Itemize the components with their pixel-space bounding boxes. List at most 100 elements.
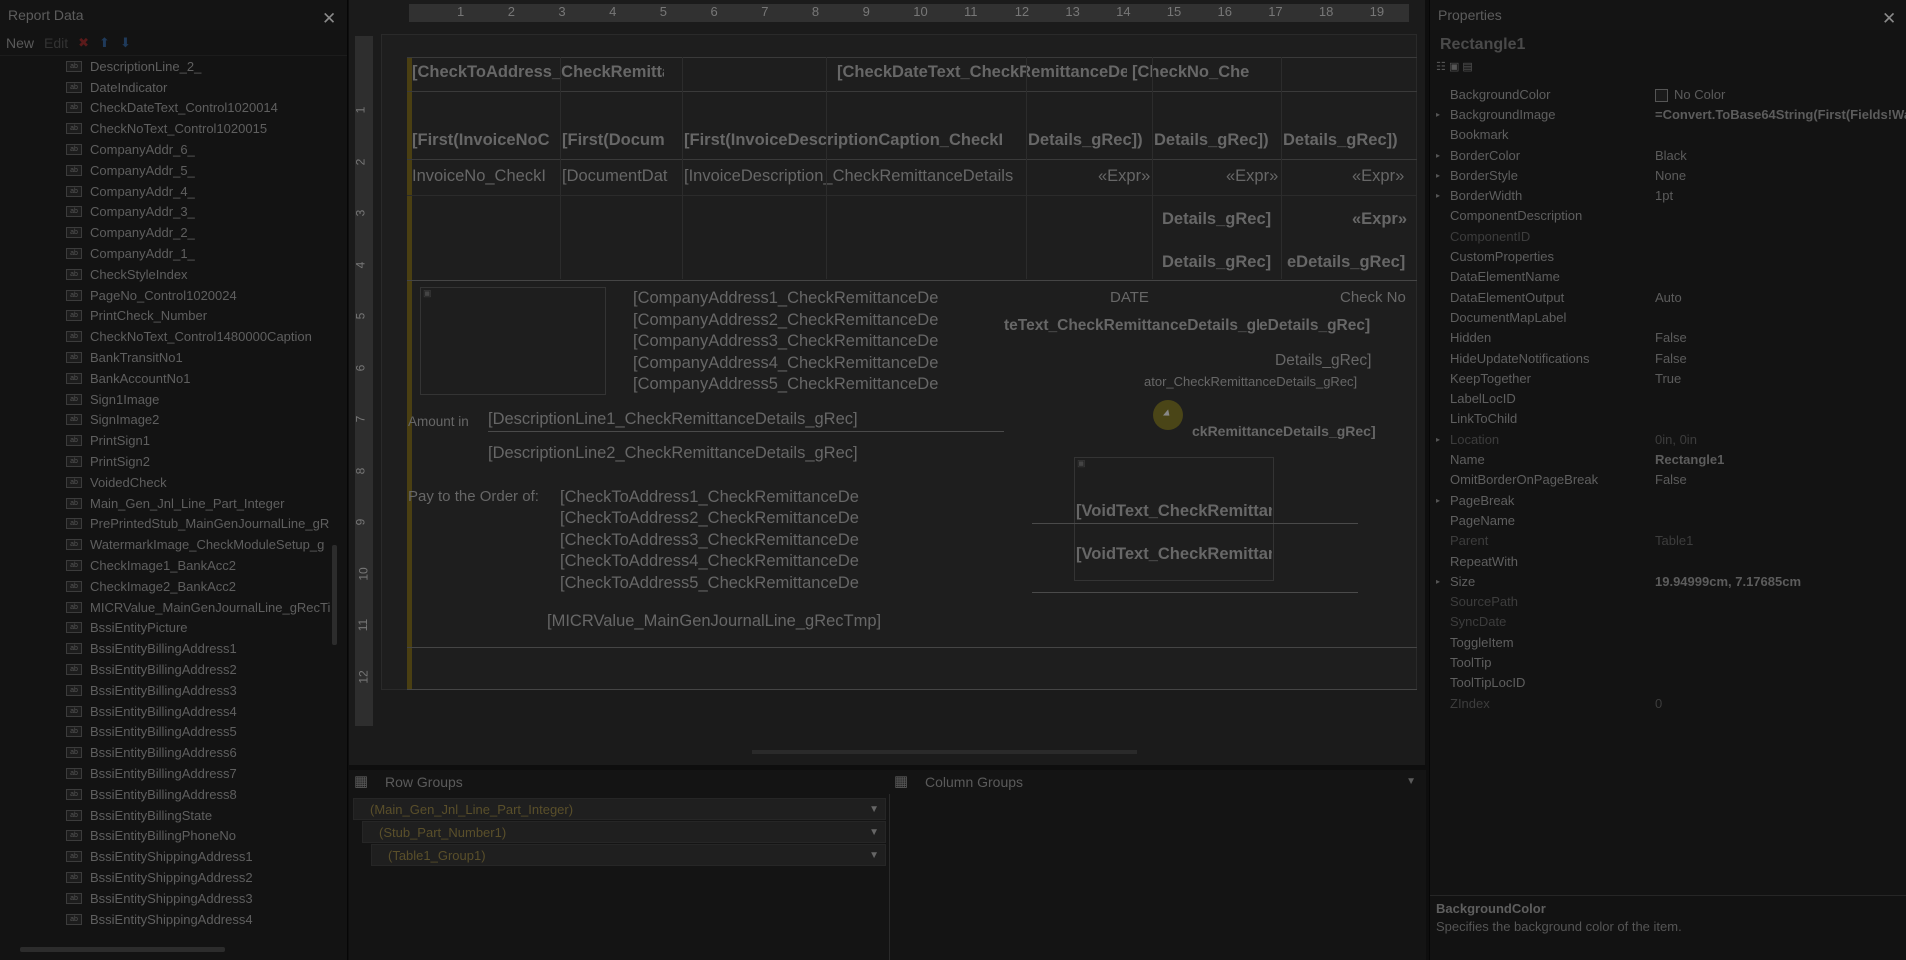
field-item[interactable]: ab CompanyAddr_3_ [0, 202, 340, 223]
details-cell[interactable]: eDetails_gRec] [1287, 253, 1415, 272]
field-item[interactable]: ab BssiEntityBillingAddress2 [0, 659, 340, 680]
expand-icon[interactable]: ▸ [1436, 151, 1440, 160]
property-row[interactable]: ToolTip [1430, 652, 1900, 672]
company-address-4[interactable]: [CompanyAddress4_CheckRemittanceDe [633, 354, 953, 373]
checkdate-text[interactable]: teText_CheckRemittanceDetails_gRec] [1004, 317, 1259, 335]
col-amount-caption[interactable]: Details_gRec]) [1028, 131, 1150, 150]
property-row[interactable]: DocumentMapLabel [1430, 307, 1900, 327]
field-item[interactable]: ab CompanyAddr_2_ [0, 222, 340, 243]
property-row[interactable]: PageName [1430, 510, 1900, 530]
field-item[interactable]: ab SignImage2 [0, 410, 340, 431]
property-row[interactable]: Bookmark [1430, 125, 1900, 145]
description-line-2[interactable]: [DescriptionLine2_CheckRemittanceDetails… [488, 444, 888, 463]
field-item[interactable]: ab WatermarkImage_CheckModuleSetup_g [0, 534, 340, 555]
details-cell[interactable]: Details_gRec] [1162, 210, 1287, 229]
expand-icon[interactable]: ▸ [1436, 171, 1440, 180]
row-group-item[interactable]: (Table1_Group1) ▼ [371, 844, 886, 866]
property-row[interactable]: DataElementName [1430, 267, 1900, 287]
company-address-1[interactable]: [CompanyAddress1_CheckRemittanceDe [633, 289, 953, 308]
expand-icon[interactable]: ▸ [1436, 191, 1440, 200]
field-item[interactable]: ab CheckImage1_BankAcc2 [0, 555, 340, 576]
expand-icon[interactable]: ▸ [1436, 577, 1440, 586]
property-row[interactable]: RepeatWith [1430, 551, 1900, 571]
expand-icon[interactable]: ▸ [1436, 435, 1440, 444]
categorized-icon[interactable]: ☷ [1436, 61, 1446, 73]
property-row[interactable]: SyncDate [1430, 612, 1900, 632]
checkto-address-1[interactable]: [CheckToAddress1_CheckRemittanceDe [560, 488, 880, 507]
field-item[interactable]: ab CheckDateText_Control1020014 [0, 98, 340, 119]
field-item[interactable]: ab BssiEntityShippingAddress3 [0, 888, 340, 909]
property-value[interactable]: No Color [1655, 87, 1725, 102]
property-row[interactable]: ComponentDescription [1430, 206, 1900, 226]
field-item[interactable]: ab PageNo_Control1020024 [0, 285, 340, 306]
vertical-scrollbar[interactable] [332, 545, 337, 645]
row-group-item[interactable]: (Stub_Part_Number1) ▼ [362, 821, 886, 843]
company-address-3[interactable]: [CompanyAddress3_CheckRemittanceDe [633, 332, 953, 351]
property-row[interactable]: ▸ BorderColor Black [1430, 145, 1900, 165]
expand-icon[interactable]: ▸ [1436, 110, 1440, 119]
property-value[interactable]: 0in, 0in [1655, 432, 1697, 447]
report-body[interactable]: [CheckToAddress_CheckRemittance [CheckDa… [381, 34, 1417, 690]
move-up-icon[interactable]: ⬆ [99, 35, 110, 51]
property-value[interactable]: True [1655, 371, 1681, 386]
field-item[interactable]: ab MICRValue_MainGenJournalLine_gRecTi [0, 597, 340, 618]
checkno-value[interactable]: eDetails_gRec] [1259, 317, 1374, 335]
company-address-2[interactable]: [CompanyAddress2_CheckRemittanceDe [633, 311, 953, 330]
field-item[interactable]: ab BssiEntityBillingAddress6 [0, 742, 340, 763]
property-row[interactable]: KeepTogether True [1430, 368, 1900, 388]
property-value[interactable]: False [1655, 330, 1687, 345]
field-item[interactable]: ab CompanyAddr_1_ [0, 243, 340, 264]
field-item[interactable]: ab PrintSign1 [0, 430, 340, 451]
property-row[interactable]: Hidden False [1430, 328, 1900, 348]
property-row[interactable]: ▸ BorderWidth 1pt [1430, 186, 1900, 206]
field-item[interactable]: ab PrintCheck_Number [0, 306, 340, 327]
checkto-address-5[interactable]: [CheckToAddress5_CheckRemittanceDe [560, 574, 880, 593]
property-value[interactable]: Table1 [1655, 533, 1693, 548]
chevron-down-icon[interactable]: ▼ [1406, 770, 1416, 794]
invoiceno-cell[interactable]: InvoiceNo_CheckI [412, 167, 558, 186]
expr-cell[interactable]: «Expr» [1098, 167, 1158, 186]
field-item[interactable]: ab PrePrintedStub_MainGenJournalLine_gR [0, 514, 340, 535]
expr-cell[interactable]: «Expr» [1226, 167, 1286, 186]
property-row[interactable]: SourcePath [1430, 592, 1900, 612]
property-row[interactable]: ComponentID [1430, 226, 1900, 246]
property-value[interactable]: =Convert.ToBase64String(First(Fields!Wa [1655, 107, 1906, 122]
row-group-item[interactable]: (Main_Gen_Jnl_Line_Part_Integer) ▼ [353, 798, 886, 820]
property-value[interactable]: False [1655, 472, 1687, 487]
field-item[interactable]: ab CheckNoText_Control1480000Caption [0, 326, 340, 347]
col-document-caption[interactable]: [First(Docum [562, 131, 680, 150]
ator-value[interactable]: ator_CheckRemittanceDetails_gRec] [1144, 374, 1384, 389]
property-value[interactable]: Auto [1655, 290, 1682, 305]
property-value[interactable]: None [1655, 168, 1686, 183]
documentdate-cell[interactable]: [DocumentDat [562, 167, 680, 186]
field-item[interactable]: ab BssiEntityShippingAddress2 [0, 867, 340, 888]
property-row[interactable]: OmitBorderOnPageBreak False [1430, 470, 1900, 490]
chevron-down-icon[interactable]: ▼ [869, 822, 879, 844]
property-value[interactable]: False [1655, 351, 1687, 366]
property-row[interactable]: ToolTipLocID [1430, 673, 1900, 693]
field-item[interactable]: ab CheckImage2_BankAcc2 [0, 576, 340, 597]
expr-cell[interactable]: «Expr» [1352, 210, 1412, 229]
description-cell[interactable]: [InvoiceDescription_CheckRemittanceDetai… [684, 167, 1029, 186]
col-description-caption[interactable]: [First(InvoiceDescriptionCaption_CheckI [684, 131, 1024, 150]
property-row[interactable]: Name Rectangle1 [1430, 449, 1900, 469]
property-row[interactable]: ▸ BackgroundImage =Convert.ToBase64String(… [1430, 104, 1906, 124]
edit-button[interactable]: Edit [44, 35, 68, 51]
col-net-caption[interactable]: Details_gRec]) [1283, 131, 1413, 150]
field-item[interactable]: ab BssiEntityBillingAddress5 [0, 722, 340, 743]
checkto-address-3[interactable]: [CheckToAddress3_CheckRemittanceDe [560, 531, 880, 550]
property-row[interactable]: ▸ Location 0in, 0in [1430, 429, 1900, 449]
field-item[interactable]: ab BssiEntityBillingAddress3 [0, 680, 340, 701]
field-item[interactable]: ab BankTransitNo1 [0, 347, 340, 368]
property-row[interactable]: ZIndex 0 [1430, 693, 1900, 713]
property-row[interactable]: ▸ BorderStyle None [1430, 165, 1900, 185]
close-icon[interactable]: ✕ [1882, 4, 1896, 34]
property-row[interactable]: CustomProperties [1430, 246, 1900, 266]
field-item[interactable]: ab BssiEntityShippingAddress4 [0, 909, 340, 930]
property-row[interactable]: ▸ Size 19.94999cm, 7.17685cm [1430, 571, 1900, 591]
property-row[interactable]: DataElementOutput Auto [1430, 287, 1900, 307]
expr-cell[interactable]: «Expr» [1352, 167, 1412, 186]
field-item[interactable]: ab Main_Gen_Jnl_Line_Part_Integer [0, 493, 340, 514]
company-address-5[interactable]: [CompanyAddress5_CheckRemittanceDe [633, 375, 953, 394]
col-invoiceno-caption[interactable]: [First(InvoiceNoC [412, 131, 558, 150]
